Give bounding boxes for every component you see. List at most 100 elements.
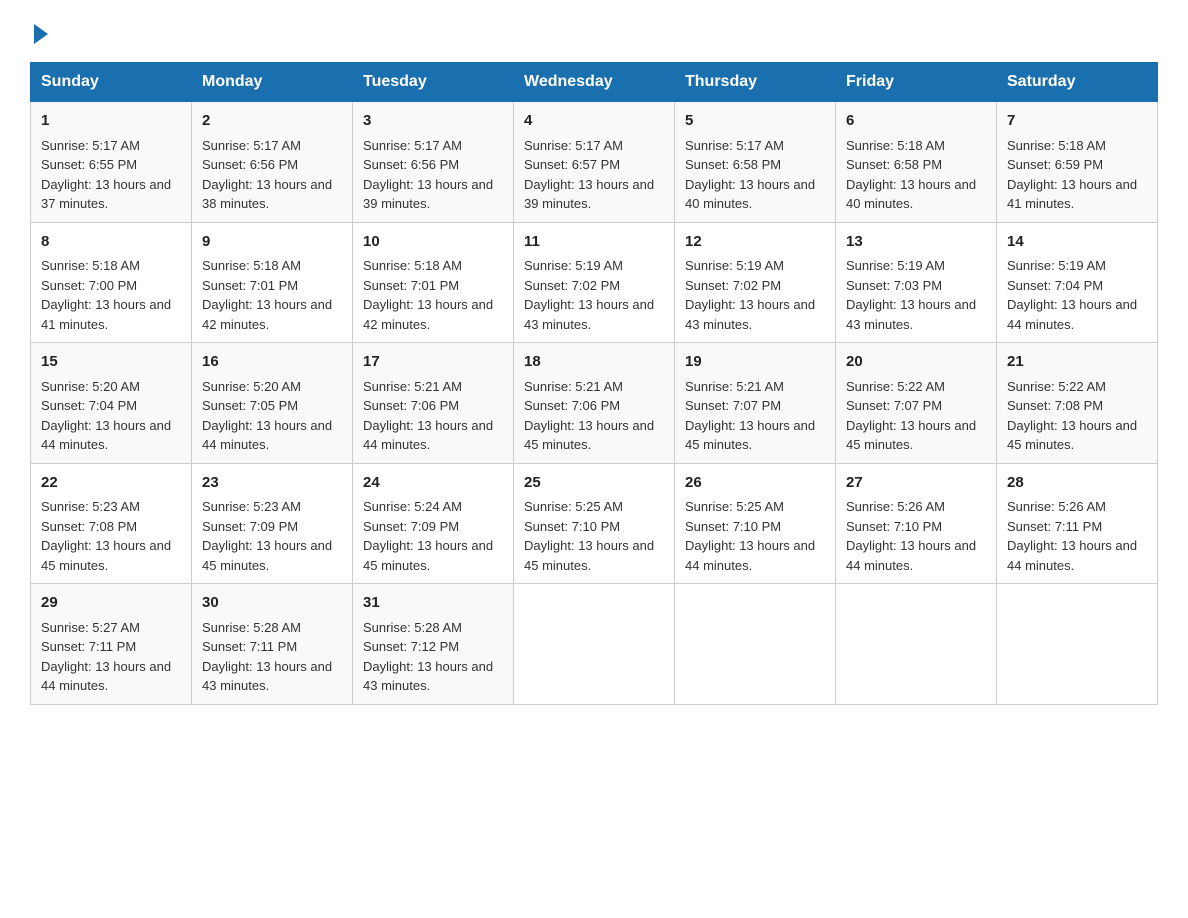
calendar-cell: 2 Sunrise: 5:17 AMSunset: 6:56 PMDaylight… (192, 102, 353, 223)
day-info: Sunrise: 5:20 AMSunset: 7:04 PMDaylight:… (41, 379, 171, 453)
day-info: Sunrise: 5:21 AMSunset: 7:06 PMDaylight:… (363, 379, 493, 453)
day-info: Sunrise: 5:19 AMSunset: 7:04 PMDaylight:… (1007, 258, 1137, 332)
day-number: 25 (524, 472, 664, 495)
day-number: 6 (846, 110, 986, 133)
calendar-cell: 15 Sunrise: 5:20 AMSunset: 7:04 PMDayligh… (31, 343, 192, 464)
calendar-cell: 21 Sunrise: 5:22 AMSunset: 7:08 PMDayligh… (997, 343, 1158, 464)
day-header-monday: Monday (192, 63, 353, 102)
day-number: 15 (41, 351, 181, 374)
day-info: Sunrise: 5:17 AMSunset: 6:56 PMDaylight:… (363, 138, 493, 212)
calendar-cell (514, 584, 675, 705)
day-number: 23 (202, 472, 342, 495)
day-info: Sunrise: 5:17 AMSunset: 6:55 PMDaylight:… (41, 138, 171, 212)
day-header-tuesday: Tuesday (353, 63, 514, 102)
day-number: 29 (41, 592, 181, 615)
day-number: 10 (363, 231, 503, 254)
day-number: 18 (524, 351, 664, 374)
day-info: Sunrise: 5:24 AMSunset: 7:09 PMDaylight:… (363, 499, 493, 573)
calendar-cell: 23 Sunrise: 5:23 AMSunset: 7:09 PMDayligh… (192, 463, 353, 584)
day-number: 16 (202, 351, 342, 374)
day-info: Sunrise: 5:17 AMSunset: 6:56 PMDaylight:… (202, 138, 332, 212)
day-info: Sunrise: 5:18 AMSunset: 7:01 PMDaylight:… (363, 258, 493, 332)
calendar-week-row: 15 Sunrise: 5:20 AMSunset: 7:04 PMDayligh… (31, 343, 1158, 464)
day-number: 19 (685, 351, 825, 374)
day-info: Sunrise: 5:23 AMSunset: 7:09 PMDaylight:… (202, 499, 332, 573)
calendar-cell: 5 Sunrise: 5:17 AMSunset: 6:58 PMDaylight… (675, 102, 836, 223)
day-number: 21 (1007, 351, 1147, 374)
day-info: Sunrise: 5:25 AMSunset: 7:10 PMDaylight:… (524, 499, 654, 573)
day-info: Sunrise: 5:22 AMSunset: 7:07 PMDaylight:… (846, 379, 976, 453)
day-number: 11 (524, 231, 664, 254)
day-info: Sunrise: 5:25 AMSunset: 7:10 PMDaylight:… (685, 499, 815, 573)
calendar-cell: 26 Sunrise: 5:25 AMSunset: 7:10 PMDayligh… (675, 463, 836, 584)
day-info: Sunrise: 5:19 AMSunset: 7:02 PMDaylight:… (524, 258, 654, 332)
calendar-cell (997, 584, 1158, 705)
calendar-cell: 13Sunrise: 5:19 AMSunset: 7:03 PMDayligh… (836, 222, 997, 343)
calendar-cell: 10 Sunrise: 5:18 AMSunset: 7:01 PMDayligh… (353, 222, 514, 343)
day-info: Sunrise: 5:18 AMSunset: 6:58 PMDaylight:… (846, 138, 976, 212)
page-header (30, 20, 1158, 44)
day-number: 26 (685, 472, 825, 495)
day-number: 27 (846, 472, 986, 495)
day-number: 4 (524, 110, 664, 133)
day-number: 1 (41, 110, 181, 133)
day-number: 8 (41, 231, 181, 254)
day-info: Sunrise: 5:22 AMSunset: 7:08 PMDaylight:… (1007, 379, 1137, 453)
day-header-sunday: Sunday (31, 63, 192, 102)
calendar-cell: 8 Sunrise: 5:18 AMSunset: 7:00 PMDaylight… (31, 222, 192, 343)
day-number: 31 (363, 592, 503, 615)
calendar-cell (836, 584, 997, 705)
logo (30, 20, 48, 44)
day-number: 13 (846, 231, 986, 254)
day-number: 3 (363, 110, 503, 133)
calendar-cell: 19Sunrise: 5:21 AMSunset: 7:07 PMDayligh… (675, 343, 836, 464)
calendar-cell: 6 Sunrise: 5:18 AMSunset: 6:58 PMDaylight… (836, 102, 997, 223)
calendar-cell: 17 Sunrise: 5:21 AMSunset: 7:06 PMDayligh… (353, 343, 514, 464)
day-number: 5 (685, 110, 825, 133)
calendar-cell: 31 Sunrise: 5:28 AMSunset: 7:12 PMDayligh… (353, 584, 514, 705)
day-info: Sunrise: 5:26 AMSunset: 7:10 PMDaylight:… (846, 499, 976, 573)
calendar-week-row: 29 Sunrise: 5:27 AMSunset: 7:11 PMDayligh… (31, 584, 1158, 705)
day-number: 12 (685, 231, 825, 254)
day-header-wednesday: Wednesday (514, 63, 675, 102)
day-number: 22 (41, 472, 181, 495)
day-info: Sunrise: 5:17 AMSunset: 6:57 PMDaylight:… (524, 138, 654, 212)
calendar-cell: 3 Sunrise: 5:17 AMSunset: 6:56 PMDaylight… (353, 102, 514, 223)
calendar-cell: 7 Sunrise: 5:18 AMSunset: 6:59 PMDaylight… (997, 102, 1158, 223)
day-header-friday: Friday (836, 63, 997, 102)
day-number: 28 (1007, 472, 1147, 495)
day-header-saturday: Saturday (997, 63, 1158, 102)
day-info: Sunrise: 5:17 AMSunset: 6:58 PMDaylight:… (685, 138, 815, 212)
calendar-week-row: 8 Sunrise: 5:18 AMSunset: 7:00 PMDaylight… (31, 222, 1158, 343)
calendar-cell: 1 Sunrise: 5:17 AMSunset: 6:55 PMDaylight… (31, 102, 192, 223)
day-number: 14 (1007, 231, 1147, 254)
calendar-cell: 12Sunrise: 5:19 AMSunset: 7:02 PMDayligh… (675, 222, 836, 343)
calendar-cell (675, 584, 836, 705)
day-info: Sunrise: 5:18 AMSunset: 6:59 PMDaylight:… (1007, 138, 1137, 212)
calendar-cell: 28Sunrise: 5:26 AMSunset: 7:11 PMDayligh… (997, 463, 1158, 584)
calendar-cell: 22 Sunrise: 5:23 AMSunset: 7:08 PMDayligh… (31, 463, 192, 584)
day-info: Sunrise: 5:28 AMSunset: 7:11 PMDaylight:… (202, 620, 332, 694)
day-info: Sunrise: 5:27 AMSunset: 7:11 PMDaylight:… (41, 620, 171, 694)
logo-arrow-icon (34, 24, 48, 44)
day-number: 7 (1007, 110, 1147, 133)
calendar-cell: 25 Sunrise: 5:25 AMSunset: 7:10 PMDayligh… (514, 463, 675, 584)
day-header-thursday: Thursday (675, 63, 836, 102)
day-info: Sunrise: 5:28 AMSunset: 7:12 PMDaylight:… (363, 620, 493, 694)
day-number: 9 (202, 231, 342, 254)
day-number: 2 (202, 110, 342, 133)
calendar-table: SundayMondayTuesdayWednesdayThursdayFrid… (30, 62, 1158, 705)
calendar-cell: 18Sunrise: 5:21 AMSunset: 7:06 PMDayligh… (514, 343, 675, 464)
calendar-cell: 30Sunrise: 5:28 AMSunset: 7:11 PMDayligh… (192, 584, 353, 705)
day-number: 17 (363, 351, 503, 374)
calendar-cell: 29 Sunrise: 5:27 AMSunset: 7:11 PMDayligh… (31, 584, 192, 705)
calendar-cell: 16Sunrise: 5:20 AMSunset: 7:05 PMDayligh… (192, 343, 353, 464)
day-number: 24 (363, 472, 503, 495)
day-info: Sunrise: 5:18 AMSunset: 7:00 PMDaylight:… (41, 258, 171, 332)
calendar-cell: 11 Sunrise: 5:19 AMSunset: 7:02 PMDayligh… (514, 222, 675, 343)
calendar-cell: 14 Sunrise: 5:19 AMSunset: 7:04 PMDayligh… (997, 222, 1158, 343)
calendar-header-row: SundayMondayTuesdayWednesdayThursdayFrid… (31, 63, 1158, 102)
calendar-week-row: 22 Sunrise: 5:23 AMSunset: 7:08 PMDayligh… (31, 463, 1158, 584)
day-info: Sunrise: 5:23 AMSunset: 7:08 PMDaylight:… (41, 499, 171, 573)
calendar-cell: 9Sunrise: 5:18 AMSunset: 7:01 PMDaylight… (192, 222, 353, 343)
